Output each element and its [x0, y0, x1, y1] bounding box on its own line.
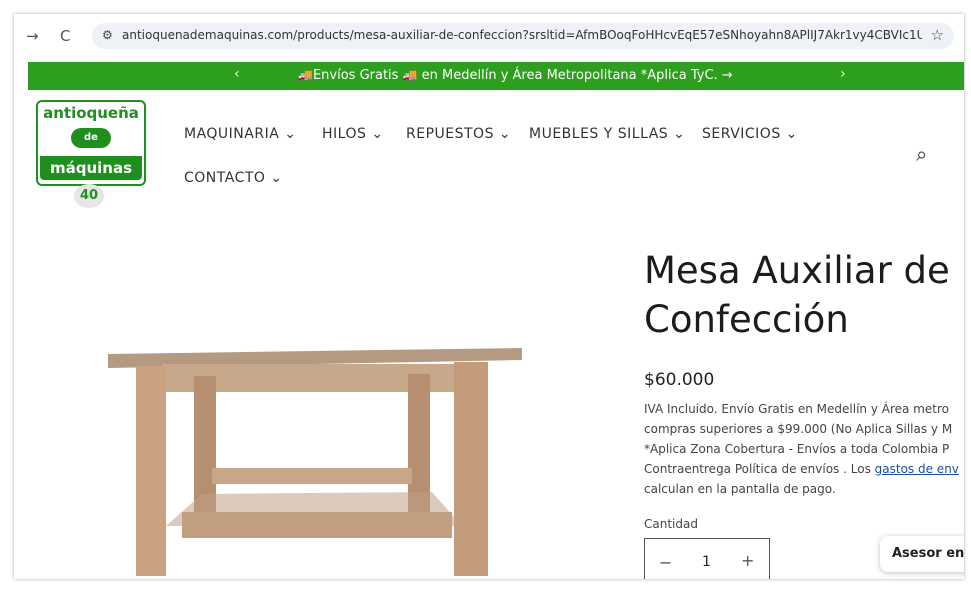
- table-leg-front-right: [454, 362, 488, 576]
- site-settings-icon[interactable]: ⚙: [102, 28, 113, 42]
- logo-40-badge: 40: [74, 184, 104, 208]
- menu-item-muebles-y-sillas[interactable]: MUEBLES Y SILLAS ⌄: [529, 126, 685, 142]
- reload-icon[interactable]: C: [60, 27, 70, 45]
- menu-item-repuestos[interactable]: REPUESTOS ⌄: [406, 126, 511, 142]
- quantity-input[interactable]: 1: [702, 554, 711, 570]
- truck-icon: 🚚: [298, 68, 313, 82]
- table-stretcher-back: [212, 468, 412, 484]
- menu-item-hilos[interactable]: HILOS ⌄: [322, 126, 384, 142]
- promo-text[interactable]: 🚚Envíos Gratis 🚚 en Medellín y Área Metr…: [298, 68, 733, 83]
- chevron-right-icon[interactable]: ›: [840, 66, 846, 82]
- address-bar-row: → C ⚙ antioquenademaquinas.com/products/…: [14, 14, 964, 58]
- table-leg-front-left: [136, 366, 166, 576]
- product-image[interactable]: [102, 236, 542, 576]
- menu-item-maquinaria[interactable]: MAQUINARIA ⌄: [184, 126, 296, 142]
- menu-item-servicios[interactable]: SERVICIOS ⌄: [702, 126, 798, 142]
- forward-icon[interactable]: →: [26, 27, 39, 45]
- url-text[interactable]: antioquenademaquinas.com/products/mesa-a…: [122, 28, 922, 42]
- promo-bar[interactable]: ‹ 🚚Envíos Gratis 🚚 en Medellín y Área Me…: [28, 62, 964, 90]
- menu-item-contacto[interactable]: CONTACTO ⌄: [184, 170, 283, 186]
- logo-text-bottom: máquinas: [40, 156, 142, 180]
- logo-box: antioqueña de máquinas: [36, 100, 146, 186]
- logo-pill: de: [71, 128, 111, 148]
- product-title: Mesa Auxiliar de Confección: [644, 249, 950, 341]
- bookmark-star-icon[interactable]: ☆: [931, 26, 944, 44]
- search-icon[interactable]: ⌕: [916, 142, 927, 166]
- shipping-costs-link[interactable]: gastos de env: [875, 462, 959, 476]
- chat-advisor-button[interactable]: Asesor en l: [880, 536, 964, 572]
- table-shelf: [166, 492, 462, 526]
- product-price: $60.000: [644, 370, 715, 390]
- quantity-label: Cantidad: [644, 517, 698, 531]
- product-description: IVA Incluido. Envío Gratis en Medellín y…: [644, 402, 959, 496]
- chevron-left-icon[interactable]: ‹: [234, 66, 240, 82]
- quantity-increase-button[interactable]: +: [741, 551, 754, 570]
- url-bar[interactable]: ⚙ antioquenademaquinas.com/products/mesa…: [92, 23, 954, 49]
- quantity-decrease-button[interactable]: −: [659, 553, 672, 572]
- store-logo[interactable]: antioqueña de máquinas 40: [36, 100, 146, 210]
- logo-text-top: antioqueña: [43, 104, 139, 122]
- truck-icon: 🚚: [402, 68, 418, 82]
- browser-frame: → C ⚙ antioquenademaquinas.com/products/…: [14, 14, 964, 579]
- quantity-stepper: − 1 +: [644, 538, 770, 579]
